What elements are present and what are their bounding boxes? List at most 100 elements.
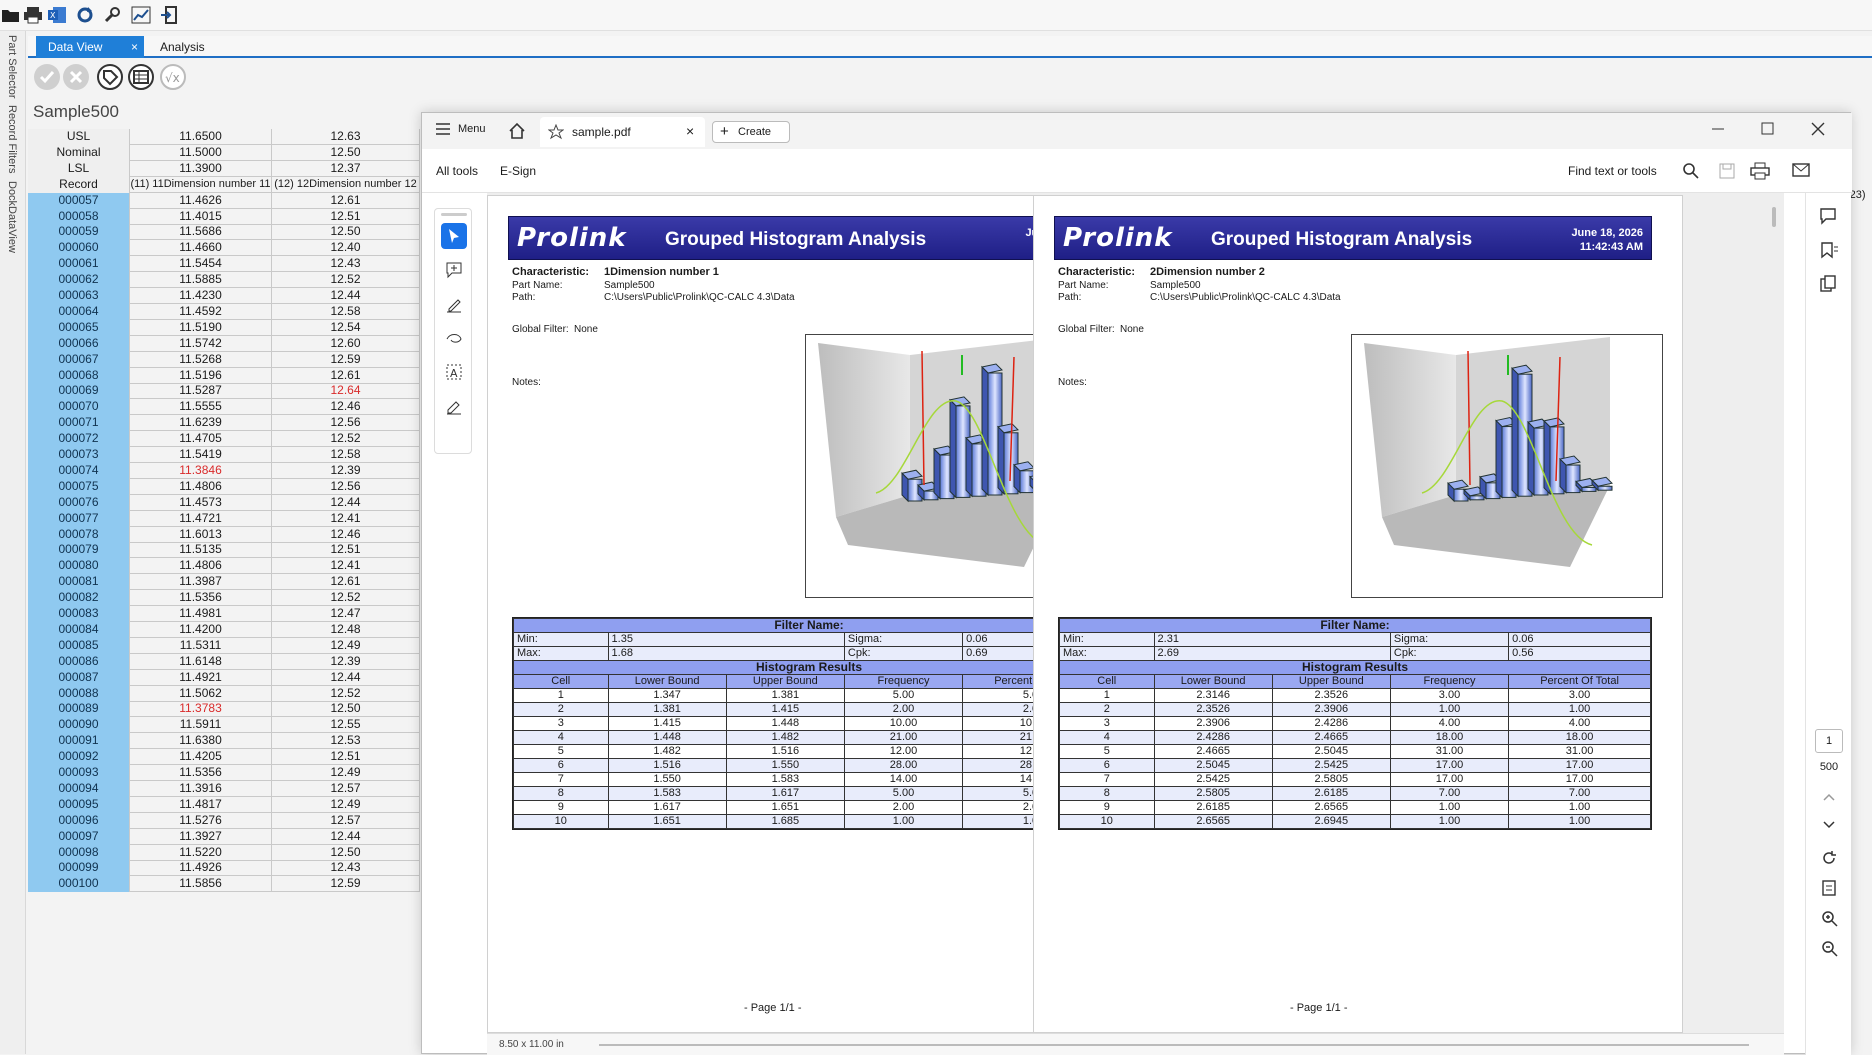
value-cell[interactable]: 11.4926 xyxy=(130,860,272,877)
value-cell[interactable]: 11.4592 xyxy=(130,303,272,320)
table-row[interactable]: 000090 11.5911 12.55 xyxy=(28,717,420,734)
row-label[interactable]: Nominal xyxy=(28,144,130,161)
tab-analysis[interactable]: Analysis xyxy=(148,36,217,58)
maximize-icon[interactable] xyxy=(1758,119,1778,142)
record-id-cell[interactable]: 000059 xyxy=(28,224,130,241)
table-row[interactable]: 000097 11.3927 12.44 xyxy=(28,828,420,845)
table-row[interactable]: 000065 11.5190 12.54 xyxy=(28,319,420,336)
table-row[interactable]: 000073 11.5419 12.58 xyxy=(28,447,420,463)
value-cell[interactable]: 12.47 xyxy=(272,606,420,622)
value-cell[interactable]: 11.5268 xyxy=(130,351,272,368)
value-cell[interactable]: (12) 12Dimension number 12 xyxy=(272,176,420,193)
value-cell[interactable]: 11.3783 xyxy=(130,701,272,718)
value-cell[interactable]: 12.53 xyxy=(272,733,420,750)
record-id-cell[interactable]: 000062 xyxy=(28,272,130,289)
table-icon[interactable] xyxy=(128,64,154,90)
value-cell[interactable]: 12.56 xyxy=(272,415,420,432)
value-cell[interactable]: 12.52 xyxy=(272,272,420,289)
value-cell[interactable]: 12.52 xyxy=(272,590,420,607)
chevron-up-icon[interactable] xyxy=(1821,791,1837,806)
tag-icon[interactable] xyxy=(97,64,123,90)
value-cell[interactable]: 12.56 xyxy=(272,478,420,495)
value-cell[interactable]: 12.51 xyxy=(272,542,420,559)
record-id-cell[interactable]: 000069 xyxy=(28,383,130,400)
value-cell[interactable]: 12.61 xyxy=(272,367,420,384)
row-label[interactable]: LSL xyxy=(28,160,130,177)
value-cell[interactable]: 11.5885 xyxy=(130,272,272,289)
value-cell[interactable]: 12.51 xyxy=(272,749,420,766)
formula-icon[interactable]: √x xyxy=(160,64,186,90)
table-row[interactable]: 000099 11.4926 12.43 xyxy=(28,860,420,877)
value-cell[interactable]: 12.44 xyxy=(272,494,420,511)
rotate-icon[interactable] xyxy=(1820,849,1838,870)
record-id-cell[interactable]: 000075 xyxy=(28,478,130,495)
value-cell[interactable]: 12.51 xyxy=(272,208,420,225)
value-cell[interactable]: 11.4817 xyxy=(130,796,272,813)
value-cell[interactable]: 12.43 xyxy=(272,860,420,877)
value-cell[interactable]: 11.5196 xyxy=(130,367,272,384)
create-button[interactable]: + Create xyxy=(712,121,790,143)
table-row[interactable]: 000092 11.4205 12.51 xyxy=(28,749,420,766)
table-row[interactable]: 000098 11.5220 12.50 xyxy=(28,844,420,861)
value-cell[interactable]: 11.4921 xyxy=(130,669,272,686)
table-row[interactable]: 000085 11.5311 12.49 xyxy=(28,637,420,654)
record-id-cell[interactable]: 000063 xyxy=(28,288,130,304)
record-id-cell[interactable]: 000077 xyxy=(28,510,130,527)
select-tool-icon[interactable] xyxy=(441,223,467,249)
all-tools-button[interactable]: All tools xyxy=(436,164,478,178)
value-cell[interactable]: 11.5555 xyxy=(130,399,272,416)
value-cell[interactable]: 11.5856 xyxy=(130,876,272,893)
table-row[interactable]: 000095 11.4817 12.49 xyxy=(28,796,420,813)
value-cell[interactable]: 12.60 xyxy=(272,335,420,352)
record-id-cell[interactable]: 000072 xyxy=(28,431,130,448)
value-cell[interactable]: (11) 11Dimension number 11 xyxy=(130,176,272,193)
table-row[interactable]: 000075 11.4806 12.56 xyxy=(28,478,420,495)
sign-tool-icon[interactable] xyxy=(441,393,467,419)
excel-icon[interactable]: X xyxy=(46,4,68,26)
table-row[interactable]: 000057 11.4626 12.61 xyxy=(28,192,420,209)
record-id-cell[interactable]: 000090 xyxy=(28,717,130,734)
value-cell[interactable]: 12.61 xyxy=(272,574,420,591)
grid-header-row[interactable]: Nominal 11.5000 12.50 xyxy=(28,144,420,161)
grid-header-row[interactable]: USL 11.6500 12.63 xyxy=(28,129,420,145)
record-id-cell[interactable]: 000066 xyxy=(28,335,130,352)
value-cell[interactable]: 11.4705 xyxy=(130,431,272,448)
table-row[interactable]: 000081 11.3987 12.61 xyxy=(28,574,420,591)
value-cell[interactable]: 12.49 xyxy=(272,765,420,781)
chart-icon[interactable] xyxy=(130,4,152,26)
value-cell[interactable]: 12.49 xyxy=(272,637,420,654)
record-id-cell[interactable]: 000097 xyxy=(28,828,130,845)
value-cell[interactable]: 11.4200 xyxy=(130,621,272,638)
pages-panel-icon[interactable] xyxy=(1819,275,1839,296)
table-row[interactable]: 000060 11.4660 12.40 xyxy=(28,240,420,257)
table-row[interactable]: 000068 11.5196 12.61 xyxy=(28,367,420,384)
record-id-cell[interactable]: 000092 xyxy=(28,749,130,766)
table-row[interactable]: 000072 11.4705 12.52 xyxy=(28,431,420,448)
value-cell[interactable]: 11.3900 xyxy=(130,160,272,177)
bookmark-panel-icon[interactable] xyxy=(1819,241,1839,262)
value-cell[interactable]: 12.44 xyxy=(272,288,420,304)
record-id-cell[interactable]: 000076 xyxy=(28,494,130,511)
part-selector-tab[interactable]: Part Selector xyxy=(6,35,18,99)
value-cell[interactable]: 12.50 xyxy=(272,701,420,718)
table-row[interactable]: 000070 11.5555 12.46 xyxy=(28,399,420,416)
value-cell[interactable]: 12.39 xyxy=(272,462,420,479)
value-cell[interactable]: 12.58 xyxy=(272,303,420,320)
table-row[interactable]: 000083 11.4981 12.47 xyxy=(28,606,420,622)
value-cell[interactable]: 12.50 xyxy=(272,844,420,861)
value-cell[interactable]: 12.39 xyxy=(272,653,420,670)
record-id-cell[interactable]: 000091 xyxy=(28,733,130,750)
table-row[interactable]: 000058 11.4015 12.51 xyxy=(28,208,420,225)
record-id-cell[interactable]: 000074 xyxy=(28,462,130,479)
table-row[interactable]: 000088 11.5062 12.52 xyxy=(28,685,420,702)
value-cell[interactable]: 11.6500 xyxy=(130,129,272,145)
table-row[interactable]: 000100 11.5856 12.59 xyxy=(28,876,420,893)
record-id-cell[interactable]: 000070 xyxy=(28,399,130,416)
page-number-input[interactable]: 1 xyxy=(1815,729,1843,753)
table-row[interactable]: 000074 11.3846 12.39 xyxy=(28,462,420,479)
tab-data-view[interactable]: Data View × xyxy=(36,36,144,58)
value-cell[interactable]: 11.3987 xyxy=(130,574,272,591)
text-tool-icon[interactable]: A xyxy=(441,359,467,385)
value-cell[interactable]: 11.3846 xyxy=(130,462,272,479)
esign-button[interactable]: E-Sign xyxy=(500,164,536,178)
